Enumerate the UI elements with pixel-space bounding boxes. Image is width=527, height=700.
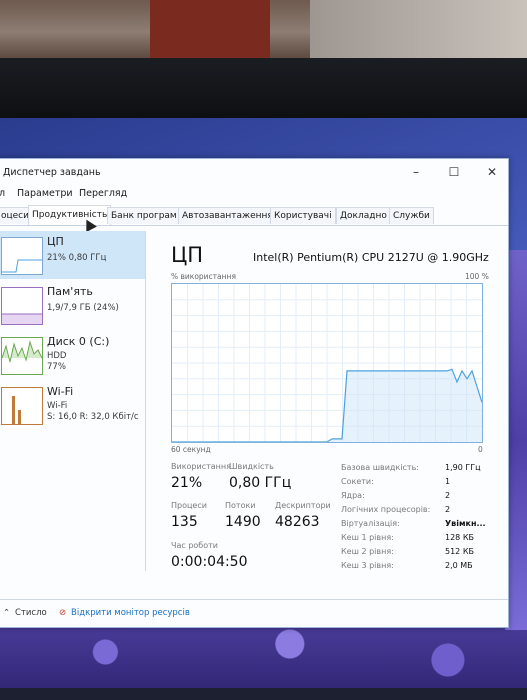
- sidebar-disk-name: Диск 0 (C:): [47, 335, 110, 348]
- sidebar-cpu-sub: 21% 0,80 ГГц: [47, 253, 107, 263]
- spec-key-l3-cache: Кеш 3 рівня:: [341, 561, 394, 570]
- speed-value: 0,80 ГГц: [229, 475, 292, 491]
- spec-key-sockets: Сокети:: [341, 477, 374, 486]
- menu-view[interactable]: Перегляд: [79, 188, 127, 199]
- spec-key-l1-cache: Кеш 1 рівня:: [341, 533, 394, 542]
- fewer-details-link[interactable]: Стисло: [15, 608, 47, 618]
- tab-users[interactable]: Користувачі: [270, 207, 336, 224]
- sidebar-item-disk[interactable]: Диск 0 (C:) HDD 77%: [0, 331, 145, 379]
- sidebar-wifi-type: Wi-Fi: [47, 401, 68, 411]
- tab-performance[interactable]: Продуктивність: [28, 205, 112, 225]
- background-white-wall: [310, 0, 527, 58]
- threads-value: 1490: [225, 514, 261, 530]
- menu-bar: л Параметри Перегляд: [0, 186, 508, 202]
- spec-key-virtualization: Віртуалізація:: [341, 519, 400, 528]
- spec-value-cores: 2: [445, 491, 451, 500]
- sidebar-item-wifi[interactable]: Wi-Fi Wi-Fi S: 16,0 R: 32,0 Кбіт/с: [0, 381, 145, 429]
- spec-value-virtualization: Увімкн...: [445, 519, 486, 528]
- tab-app-history[interactable]: Банк програм: [107, 207, 181, 224]
- cpu-thumbnail-graph: [1, 237, 43, 275]
- sidebar-cpu-name: ЦП: [47, 235, 64, 248]
- cpu-model-name: Intel(R) Pentium(R) CPU 2127U @ 1.90GHz: [253, 251, 489, 264]
- sidebar-wifi-rate: S: 16,0 R: 32,0 Кбіт/с: [47, 412, 139, 422]
- disk-thumbnail-graph: [1, 337, 43, 375]
- maximize-button[interactable]: ☐: [443, 164, 465, 180]
- spec-value-base-speed: 1,90 ГГц: [445, 463, 481, 472]
- resource-sidebar: ЦП 21% 0,80 ГГц Пам'ять 1,9/7,9 ГБ (24%)…: [0, 231, 146, 571]
- spec-key-l2-cache: Кеш 2 рівня:: [341, 547, 394, 556]
- tab-startup[interactable]: Автозавантаження: [178, 207, 277, 224]
- speed-label: Швидкість: [229, 462, 274, 471]
- fewer-details-chevron-icon[interactable]: ⌃: [3, 608, 10, 618]
- spec-value-l2-cache: 512 КБ: [445, 547, 474, 556]
- sidebar-item-cpu[interactable]: ЦП 21% 0,80 ГГц: [0, 231, 145, 279]
- handles-value: 48263: [275, 514, 320, 530]
- sidebar-item-memory[interactable]: Пам'ять 1,9/7,9 ГБ (24%): [0, 281, 145, 329]
- uptime-value: 0:00:04:50: [171, 554, 248, 570]
- processes-label: Процеси: [171, 501, 207, 510]
- spec-value-l1-cache: 128 КБ: [445, 533, 474, 542]
- graph-time-label: 60 секунд: [171, 445, 211, 454]
- taskbar: [0, 688, 527, 700]
- graph-usage-label: % використання: [171, 272, 236, 281]
- tab-bar: оцеси Продуктивність Банк програм Автоза…: [0, 205, 508, 226]
- usage-value: 21%: [171, 475, 203, 491]
- sidebar-memory-name: Пам'ять: [47, 285, 93, 298]
- uptime-label: Час роботи: [171, 541, 218, 550]
- window-title: Диспетчер завдань: [3, 167, 101, 178]
- tab-details[interactable]: Докладно: [336, 207, 391, 224]
- sidebar-memory-sub: 1,9/7,9 ГБ (24%): [47, 303, 119, 313]
- memory-thumbnail-graph: [1, 287, 43, 325]
- spec-value-sockets: 1: [445, 477, 451, 486]
- tab-services[interactable]: Служби: [389, 207, 434, 224]
- footer-bar: ⌃ Стисло ⊘ Відкрити монітор ресурсів: [0, 599, 508, 626]
- close-button[interactable]: ✕: [481, 164, 503, 180]
- background-red-object: [150, 0, 270, 58]
- wifi-thumbnail-graph: [1, 387, 43, 425]
- title-bar: Диспетчер завдань – ☐ ✕: [0, 159, 508, 185]
- handles-label: Дескриптори: [275, 501, 331, 510]
- spec-key-logical: Логічних процесорів:: [341, 505, 431, 514]
- task-manager-window: Диспетчер завдань – ☐ ✕ л Параметри Пере…: [0, 158, 509, 628]
- resource-monitor-link[interactable]: Відкрити монітор ресурсів: [71, 608, 190, 618]
- spec-value-l3-cache: 2,0 МБ: [445, 561, 473, 570]
- resource-monitor-icon: ⊘: [59, 608, 67, 618]
- usage-label: Використання: [171, 462, 231, 471]
- cpu-usage-graph-svg: [172, 284, 483, 443]
- menu-options[interactable]: Параметри: [17, 188, 73, 199]
- spec-key-cores: Ядра:: [341, 491, 365, 500]
- graph-max-label: 100 %: [465, 272, 489, 281]
- processes-value: 135: [171, 514, 198, 530]
- threads-label: Потоки: [225, 501, 256, 510]
- graph-zero-label: 0: [478, 445, 483, 454]
- spec-key-base-speed: Базова швидкість:: [341, 463, 419, 472]
- minimize-button[interactable]: –: [405, 164, 427, 180]
- cpu-usage-graph: [171, 283, 483, 443]
- sidebar-wifi-name: Wi-Fi: [47, 385, 74, 398]
- sidebar-disk-usage: 77%: [47, 362, 66, 372]
- sidebar-disk-type: HDD: [47, 351, 67, 361]
- spec-value-logical: 2: [445, 505, 451, 514]
- page-title: ЦП: [171, 243, 204, 267]
- menu-file[interactable]: л: [0, 188, 5, 199]
